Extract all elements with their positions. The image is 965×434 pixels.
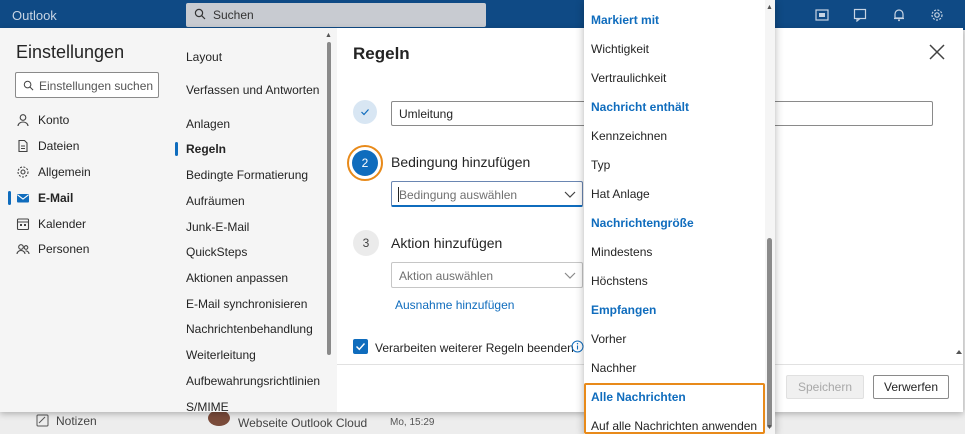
- stop-processing-checkbox[interactable]: [353, 339, 368, 354]
- search-icon: [23, 80, 34, 91]
- nav-item-personen[interactable]: Personen: [16, 239, 166, 259]
- dropdown-option[interactable]: Vorher: [591, 332, 626, 346]
- dropdown-header: Empfangen: [591, 303, 657, 317]
- mail-time: Mo, 15:29: [390, 417, 435, 428]
- discard-button[interactable]: Verwerfen: [873, 375, 949, 399]
- text-cursor: [398, 187, 399, 202]
- nav-item-allgemein[interactable]: Allgemein: [16, 162, 166, 182]
- app-header: Outlook Suchen: [0, 0, 965, 30]
- stop-processing-label: Verarbeiten weiterer Regeln beenden: [375, 341, 574, 355]
- dropdown-option[interactable]: Wichtigkeit: [591, 42, 649, 56]
- bell-icon[interactable]: [892, 8, 906, 22]
- nav-item-e-mail[interactable]: E-Mail: [16, 188, 166, 208]
- nav2-item-synchronisieren[interactable]: E-Mail synchronisieren: [186, 297, 307, 311]
- highlight-box: [584, 383, 765, 434]
- dropdown-option[interactable]: Typ: [591, 158, 610, 172]
- mail-sender: Webseite Outlook Cloud: [238, 416, 368, 430]
- nav-item-kalender[interactable]: Kalender: [16, 214, 166, 234]
- nav2-item-anlagen[interactable]: Anlagen: [186, 117, 230, 131]
- nav-item-konto[interactable]: Konto: [16, 110, 166, 130]
- nav-item-label: Personen: [38, 242, 90, 256]
- app-title[interactable]: Outlook: [12, 8, 57, 23]
- search-input[interactable]: Suchen: [186, 3, 486, 27]
- settings-category-nav: Einstellungen Einstellungen suchen Konto…: [0, 28, 172, 412]
- notes-label[interactable]: Notizen: [56, 414, 97, 428]
- nav2-item-aktionen-anpassen[interactable]: Aktionen anpassen: [186, 271, 288, 285]
- close-icon[interactable]: [927, 42, 947, 62]
- dropdown-option[interactable]: Hat Anlage: [591, 187, 650, 201]
- gear-icon: [17, 166, 29, 178]
- nav-item-label: Dateien: [38, 139, 80, 153]
- step-3-label: Aktion hinzufügen: [391, 235, 503, 251]
- background-mail-list: Notizen Webseite Outlook Cloud Mo, 15:29: [0, 410, 965, 434]
- nav2-item-smime[interactable]: S/MIME: [186, 400, 229, 414]
- step-2-label: Bedingung hinzufügen: [391, 154, 531, 170]
- nav-item-label: E-Mail: [38, 191, 74, 205]
- nav-item-dateien[interactable]: Dateien: [16, 136, 166, 156]
- checkmark-icon: [361, 109, 369, 116]
- condition-placeholder: Bedingung auswählen: [399, 188, 518, 202]
- nav-item-label: Allgemein: [38, 165, 91, 179]
- checkmark-icon: [356, 343, 366, 351]
- feedback-icon[interactable]: [853, 8, 867, 22]
- nav-scrollbar[interactable]: [327, 42, 331, 355]
- dialog-scrollbar[interactable]: [955, 28, 963, 412]
- search-icon: [194, 8, 206, 20]
- action-select[interactable]: Aktion auswählen: [391, 262, 583, 288]
- nav2-item-nachrichtenbehandlung[interactable]: Nachrichtenbehandlung: [186, 322, 313, 336]
- step-complete-badge: [353, 100, 377, 124]
- settings-search-input[interactable]: Einstellungen suchen: [15, 72, 159, 98]
- file-icon: [18, 139, 28, 153]
- settings-gear-icon[interactable]: [930, 8, 944, 22]
- office-icon[interactable]: [815, 8, 829, 22]
- step-3-badge: 3: [353, 230, 379, 256]
- nav2-item-junk[interactable]: Junk-E-Mail: [186, 220, 249, 234]
- person-icon: [17, 114, 29, 127]
- nav2-item-quicksteps[interactable]: QuickSteps: [186, 245, 247, 259]
- mail-icon: [17, 194, 29, 203]
- nav2-item-weiterleitung[interactable]: Weiterleitung: [186, 348, 256, 362]
- settings-title: Einstellungen: [16, 42, 125, 62]
- dropdown-option[interactable]: Nachher: [591, 361, 636, 375]
- calendar-icon: [16, 218, 30, 231]
- step-2-badge: 2: [352, 150, 378, 176]
- nav2-item-bedingte-formatierung[interactable]: Bedingte Formatierung: [186, 168, 308, 182]
- active-marker: [175, 142, 178, 156]
- settings-dialog: Einstellungen Einstellungen suchen Konto…: [0, 28, 963, 414]
- chevron-down-icon[interactable]: [564, 270, 576, 280]
- add-exception-link[interactable]: Ausnahme hinzufügen: [395, 298, 514, 312]
- action-placeholder: Aktion auswählen: [399, 269, 494, 283]
- scroll-down-arrow-icon[interactable]: ▼: [766, 424, 773, 431]
- settings-search-placeholder: Einstellungen suchen: [39, 79, 154, 93]
- dropdown-option[interactable]: Vertraulichkeit: [591, 71, 666, 85]
- dropdown-header: Nachrichtengröße: [591, 216, 694, 230]
- dropdown-scrollbar-thumb[interactable]: [767, 238, 772, 428]
- scroll-up-arrow-icon[interactable]: ▲: [766, 4, 773, 11]
- condition-dropdown: Markiert mit Wichtigkeit Vertraulichkeit…: [584, 0, 775, 434]
- nav2-item-aufraeumen[interactable]: Aufräumen: [186, 194, 245, 208]
- dropdown-header: Markiert mit: [591, 13, 660, 27]
- nav2-item-aufbewahrung[interactable]: Aufbewahrungsrichtlinien: [186, 374, 320, 388]
- notes-icon: [36, 414, 49, 427]
- nav-item-label: Kalender: [38, 217, 87, 231]
- save-button[interactable]: Speichern: [786, 375, 864, 399]
- people-icon: [16, 244, 30, 255]
- nav-item-label: Konto: [38, 113, 70, 127]
- nav2-item-verfassen[interactable]: Verfassen und Antworten: [186, 83, 319, 97]
- dropdown-option[interactable]: Mindestens: [591, 245, 652, 259]
- chevron-down-icon[interactable]: [564, 189, 576, 199]
- condition-select[interactable]: Bedingung auswählen: [391, 181, 583, 207]
- nav2-item-regeln[interactable]: Regeln: [186, 142, 226, 156]
- page-title: Regeln: [353, 44, 410, 63]
- dropdown-option[interactable]: Kennzeichnen: [591, 129, 667, 143]
- dropdown-option[interactable]: Höchstens: [591, 274, 648, 288]
- email-settings-nav: Layout Verfassen und Antworten Anlagen R…: [172, 28, 337, 414]
- info-icon[interactable]: [571, 340, 584, 353]
- active-marker: [8, 191, 11, 205]
- nav2-item-layout[interactable]: Layout: [186, 50, 222, 64]
- search-placeholder: Suchen: [213, 8, 254, 22]
- dropdown-header: Nachricht enthält: [591, 100, 690, 114]
- scroll-up-arrow-icon[interactable]: ▲: [325, 32, 332, 39]
- rule-name-value: Umleitung: [399, 107, 454, 121]
